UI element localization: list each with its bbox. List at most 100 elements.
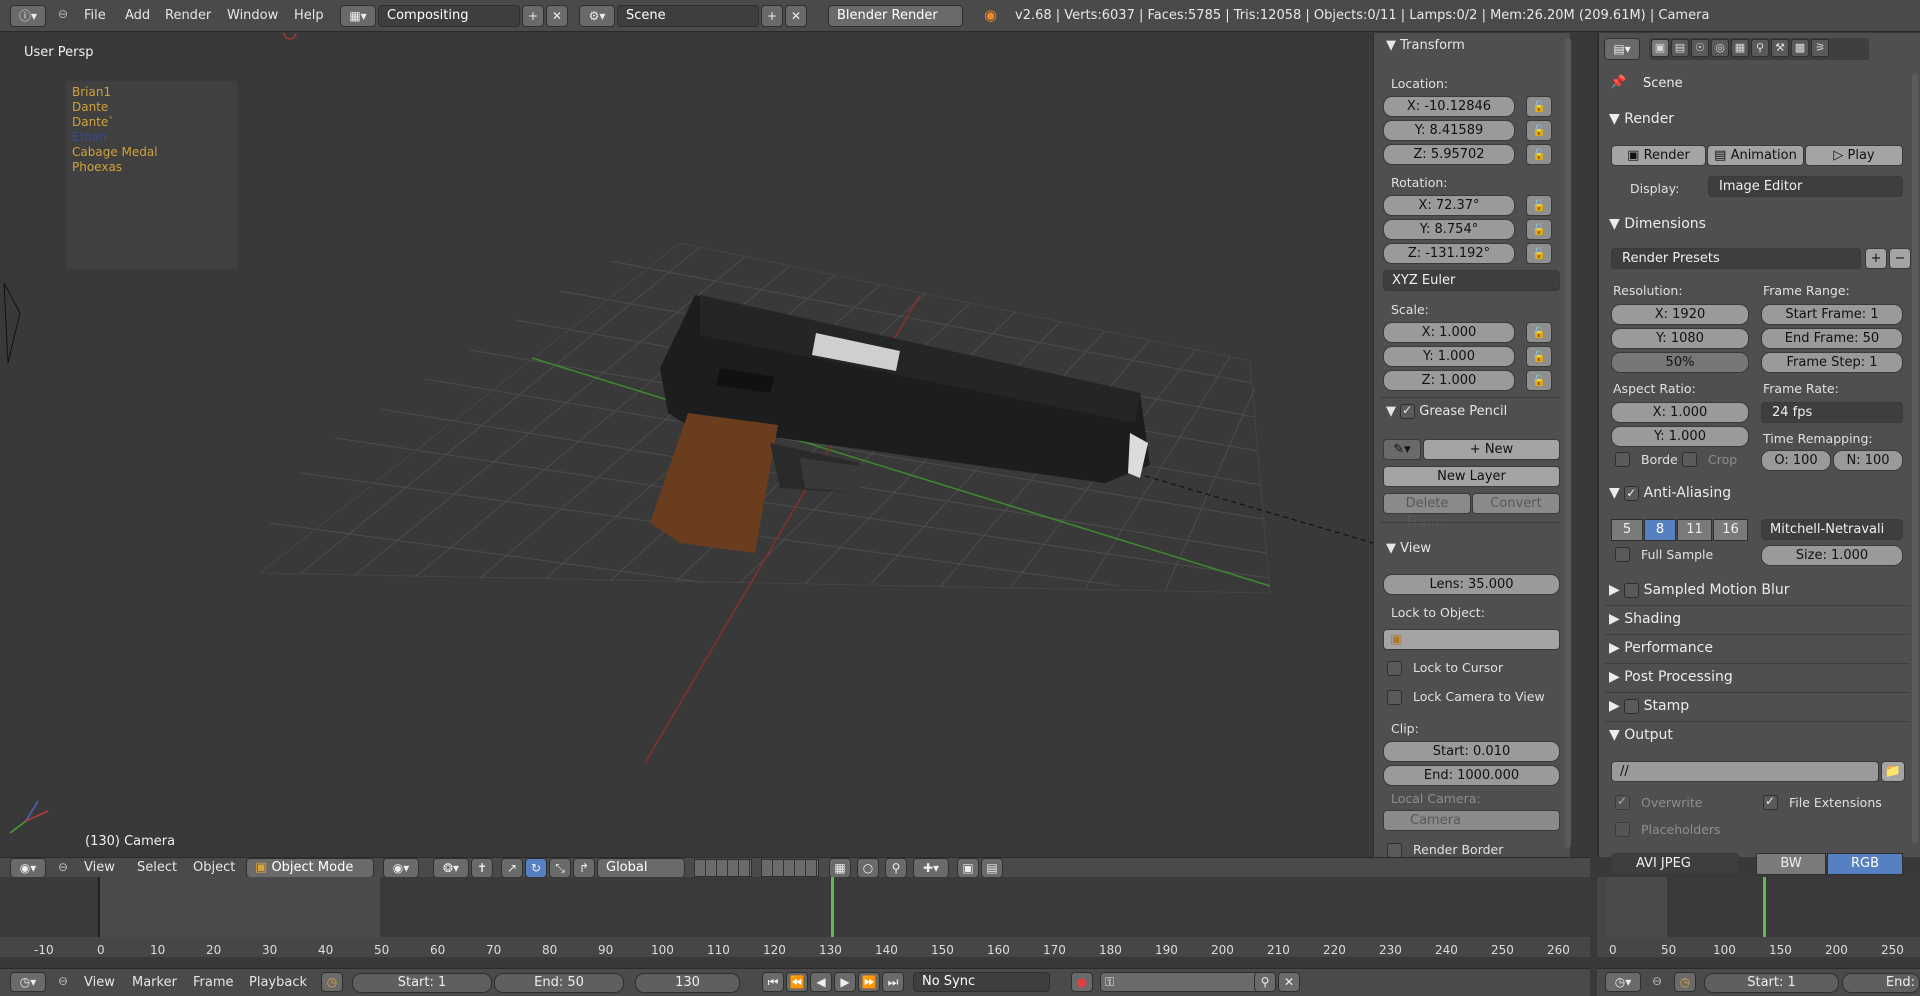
add-layout-icon[interactable]: +: [522, 5, 544, 27]
screen-layout-dropdown[interactable]: Compositing: [378, 5, 520, 27]
remap-old-field[interactable]: O: 100: [1761, 450, 1831, 471]
lock-icon[interactable]: 🔓: [1526, 96, 1552, 117]
layers-context-icon[interactable]: ▤: [1671, 39, 1689, 57]
remap-new-field[interactable]: N: 100: [1833, 450, 1903, 471]
play-reverse-icon[interactable]: ◀: [810, 972, 832, 992]
menu-object[interactable]: Object: [193, 860, 235, 875]
lock-icon[interactable]: 🔓: [1526, 322, 1552, 343]
performance-panel-header[interactable]: ▶ Performance: [1609, 640, 1713, 656]
menu-playback[interactable]: Playback: [249, 975, 307, 990]
motion-blur-checkbox[interactable]: [1624, 582, 1640, 598]
scene-context-icon[interactable]: ☉: [1691, 39, 1709, 57]
translate-icon[interactable]: ↗: [501, 858, 523, 878]
location-x-field[interactable]: X: -10.12846: [1383, 96, 1515, 117]
prev-keyframe-icon[interactable]: ⏪: [786, 972, 808, 992]
collapse-menu-icon[interactable]: ⊖: [58, 860, 68, 874]
render-panel-header[interactable]: ▼ Render: [1609, 111, 1674, 127]
lens-field[interactable]: Lens: 35.000: [1383, 574, 1560, 595]
new-layer-button[interactable]: New Layer: [1383, 466, 1560, 487]
viewport-shading-icon[interactable]: ◉▾: [383, 858, 419, 878]
record-icon[interactable]: ●: [1071, 972, 1093, 992]
lock-cursor-checkbox[interactable]: [1387, 661, 1402, 676]
scale-y-field[interactable]: Y: 1.000: [1383, 346, 1515, 367]
placeholders-checkbox[interactable]: [1615, 822, 1630, 837]
remove-scene-icon[interactable]: ✕: [785, 5, 807, 27]
play-icon[interactable]: ▶: [834, 972, 856, 992]
lock-icon[interactable]: 🔓: [1526, 195, 1552, 216]
delete-keyframe-icon[interactable]: ✕: [1278, 972, 1300, 992]
proportional-edit-icon[interactable]: ○: [857, 858, 879, 878]
render-presets-dropdown[interactable]: Render Presets: [1611, 248, 1861, 269]
snap-element-icon[interactable]: ✚▾: [913, 858, 949, 878]
menu-help[interactable]: Help: [294, 8, 324, 23]
full-sample-checkbox[interactable]: [1615, 547, 1630, 562]
scale-z-field[interactable]: Z: 1.000: [1383, 370, 1515, 391]
render-button[interactable]: ▣ Render: [1611, 145, 1706, 166]
current-frame-line-2[interactable]: [1763, 877, 1766, 937]
pivot-point-icon[interactable]: ❂▾: [433, 858, 469, 878]
props-scrollbar[interactable]: [1912, 73, 1918, 843]
lock-icon[interactable]: 🔓: [1526, 243, 1552, 264]
collapse-menu-icon[interactable]: ⊖: [1652, 974, 1662, 988]
rotate-icon[interactable]: ↻: [525, 858, 547, 878]
anti-aliasing-panel-header[interactable]: ▼ Anti-Aliasing: [1609, 485, 1731, 501]
menu-select[interactable]: Select: [137, 860, 177, 875]
lock-icon[interactable]: 🔓: [1526, 346, 1552, 367]
menu-file[interactable]: File: [84, 8, 106, 23]
resolution-x-field[interactable]: X: 1920: [1611, 304, 1749, 325]
render-engine-dropdown[interactable]: Blender Render: [828, 5, 963, 27]
menu-add[interactable]: Add: [125, 8, 150, 23]
layer-lock-icon[interactable]: ▦: [829, 858, 851, 878]
render-still-icon[interactable]: ▣: [957, 858, 979, 878]
manipulator-icon[interactable]: ✝: [471, 858, 493, 878]
start-frame-slider[interactable]: Start: 1: [352, 973, 492, 993]
border-checkbox[interactable]: [1615, 452, 1630, 467]
file-extensions-checkbox[interactable]: [1763, 795, 1778, 810]
npanel-scrollbar[interactable]: [1565, 38, 1571, 848]
sync-mode-dropdown[interactable]: No Sync: [913, 972, 1050, 992]
overwrite-checkbox[interactable]: [1615, 795, 1630, 810]
aa-size-field[interactable]: Size: 1.000: [1761, 545, 1903, 566]
color-bw-toggle[interactable]: BW: [1756, 853, 1826, 875]
add-preset-icon[interactable]: +: [1865, 248, 1887, 269]
end-frame-field[interactable]: End Frame: 50: [1761, 328, 1903, 349]
end-frame-slider[interactable]: End: 50: [494, 973, 624, 993]
lock-icon[interactable]: 🔓: [1526, 144, 1552, 165]
jump-start-icon[interactable]: ⏮: [762, 972, 784, 992]
dimensions-panel-header[interactable]: ▼ Dimensions: [1609, 216, 1706, 232]
transform-icon[interactable]: ↱: [573, 858, 595, 878]
output-panel-header[interactable]: ▼ Output: [1609, 727, 1673, 743]
frame-step-field[interactable]: Frame Step: 1: [1761, 352, 1903, 373]
grease-pencil-header[interactable]: ▼ Grease Pencil: [1386, 404, 1507, 419]
start-frame-slider-2[interactable]: Start: 1: [1704, 973, 1839, 993]
orientation-dropdown[interactable]: Global: [597, 858, 685, 878]
render-border-checkbox[interactable]: [1387, 843, 1402, 858]
lock-icon[interactable]: 🔓: [1526, 219, 1552, 240]
physics-context-icon[interactable]: ⚞: [1811, 39, 1829, 57]
menu-timeline-view[interactable]: View: [84, 975, 115, 990]
motion-blur-panel-header[interactable]: ▶ Sampled Motion Blur: [1609, 582, 1790, 598]
shading-panel-header[interactable]: ▶ Shading: [1609, 611, 1681, 627]
output-path-field[interactable]: //: [1611, 761, 1879, 782]
render-anim-icon[interactable]: ▤: [981, 858, 1003, 878]
layer-buttons-2[interactable]: [761, 859, 819, 877]
timeline-editor-2[interactable]: 0 50 100 150 200 250: [1597, 877, 1920, 957]
snap-icon[interactable]: ⚲: [885, 858, 907, 878]
new-grease-button[interactable]: + New: [1423, 439, 1560, 460]
aa-samples-5[interactable]: 5: [1611, 519, 1643, 541]
local-camera-field[interactable]: Camera: [1383, 810, 1560, 831]
texture-context-icon[interactable]: ▩: [1791, 39, 1809, 57]
crop-checkbox[interactable]: [1682, 452, 1697, 467]
remove-preset-icon[interactable]: −: [1889, 248, 1911, 269]
rotation-mode-dropdown[interactable]: XYZ Euler: [1383, 270, 1560, 291]
object-context-icon[interactable]: ▦: [1731, 39, 1749, 57]
editor-type-props-icon[interactable]: ▤▾: [1604, 38, 1640, 60]
world-context-icon[interactable]: ◎: [1711, 39, 1729, 57]
rotation-y-field[interactable]: Y: 8.754°: [1383, 219, 1515, 240]
aspect-y-field[interactable]: Y: 1.000: [1611, 426, 1749, 447]
timeline-editor[interactable]: -10 0 10 20 30 40 50 60 70 80 90 100 110…: [0, 877, 1590, 957]
delete-frame-button[interactable]: Delete Frame: [1383, 493, 1471, 530]
convert-button[interactable]: Convert: [1472, 493, 1560, 514]
grease-pencil-checkbox[interactable]: [1400, 404, 1416, 419]
transform-panel-header[interactable]: ▼ Transform: [1386, 38, 1465, 53]
